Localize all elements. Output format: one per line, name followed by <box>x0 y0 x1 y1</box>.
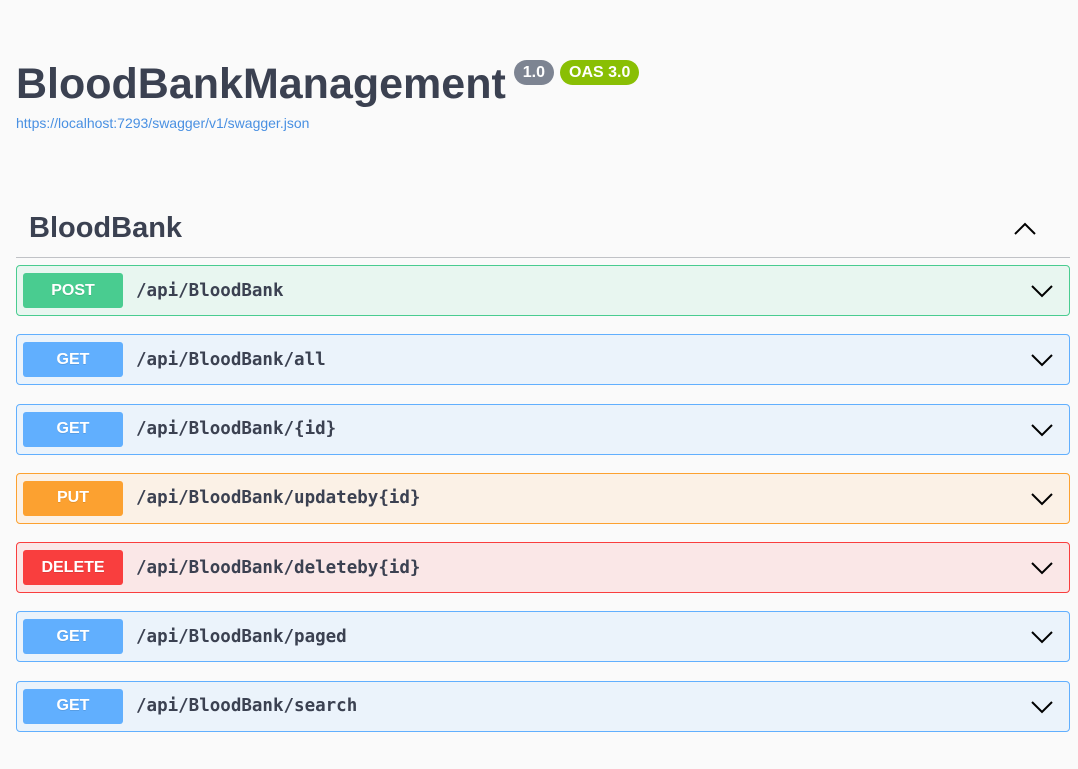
operation-path: /api/BloodBank <box>136 280 284 301</box>
operation-path: /api/BloodBank/deleteby{id} <box>136 557 421 578</box>
chevron-down-icon[interactable] <box>1029 694 1055 720</box>
chevron-down-icon[interactable] <box>1029 486 1055 512</box>
operation-delete[interactable]: DELETE /api/BloodBank/deleteby{id} <box>16 542 1070 594</box>
method-badge: POST <box>23 273 123 308</box>
operation-get-by-id[interactable]: GET /api/BloodBank/{id} <box>16 403 1070 455</box>
page-title: BloodBankManagement <box>16 60 506 108</box>
operation-post-bloodbank[interactable]: POST /api/BloodBank <box>16 265 1070 316</box>
api-info: BloodBankManagement 1.0 OAS 3.0 https://… <box>16 58 640 131</box>
operation-path: /api/BloodBank/search <box>136 696 358 717</box>
method-badge: GET <box>23 688 123 724</box>
operation-put-update[interactable]: PUT /api/BloodBank/updateby{id} <box>16 472 1070 524</box>
version-badge: 1.0 <box>513 60 555 85</box>
tag-name: BloodBank <box>29 212 183 244</box>
method-badge: DELETE <box>23 550 123 586</box>
operation-path: /api/BloodBank/{id} <box>136 419 337 440</box>
operation-get-all[interactable]: GET /api/BloodBank/all <box>16 334 1070 386</box>
operation-path: /api/BloodBank/updateby{id} <box>136 488 421 509</box>
method-badge: GET <box>23 619 123 655</box>
operations-list: POST /api/BloodBank GET /api/BloodBank/a… <box>16 265 1070 750</box>
chevron-down-icon[interactable] <box>1029 555 1055 581</box>
method-badge: GET <box>23 342 123 378</box>
chevron-down-icon[interactable] <box>1029 347 1055 373</box>
chevron-down-icon[interactable] <box>1029 417 1055 443</box>
chevron-down-icon[interactable] <box>1029 624 1055 650</box>
operation-path: /api/BloodBank/paged <box>136 626 347 647</box>
oas-badge: OAS 3.0 <box>560 60 640 85</box>
title-row: BloodBankManagement 1.0 OAS 3.0 <box>16 58 640 110</box>
chevron-up-icon[interactable] <box>1012 216 1038 242</box>
operation-get-search[interactable]: GET /api/BloodBank/search <box>16 680 1070 732</box>
chevron-down-icon[interactable] <box>1029 278 1055 304</box>
method-badge: PUT <box>23 480 123 516</box>
spec-url-link[interactable]: https://localhost:7293/swagger/v1/swagge… <box>16 115 639 131</box>
badges: 1.0 OAS 3.0 <box>513 60 640 85</box>
operation-get-paged[interactable]: GET /api/BloodBank/paged <box>16 611 1070 663</box>
method-badge: GET <box>23 411 123 447</box>
tag-section-header[interactable]: BloodBank <box>16 200 1070 258</box>
operation-path: /api/BloodBank/all <box>136 349 326 370</box>
